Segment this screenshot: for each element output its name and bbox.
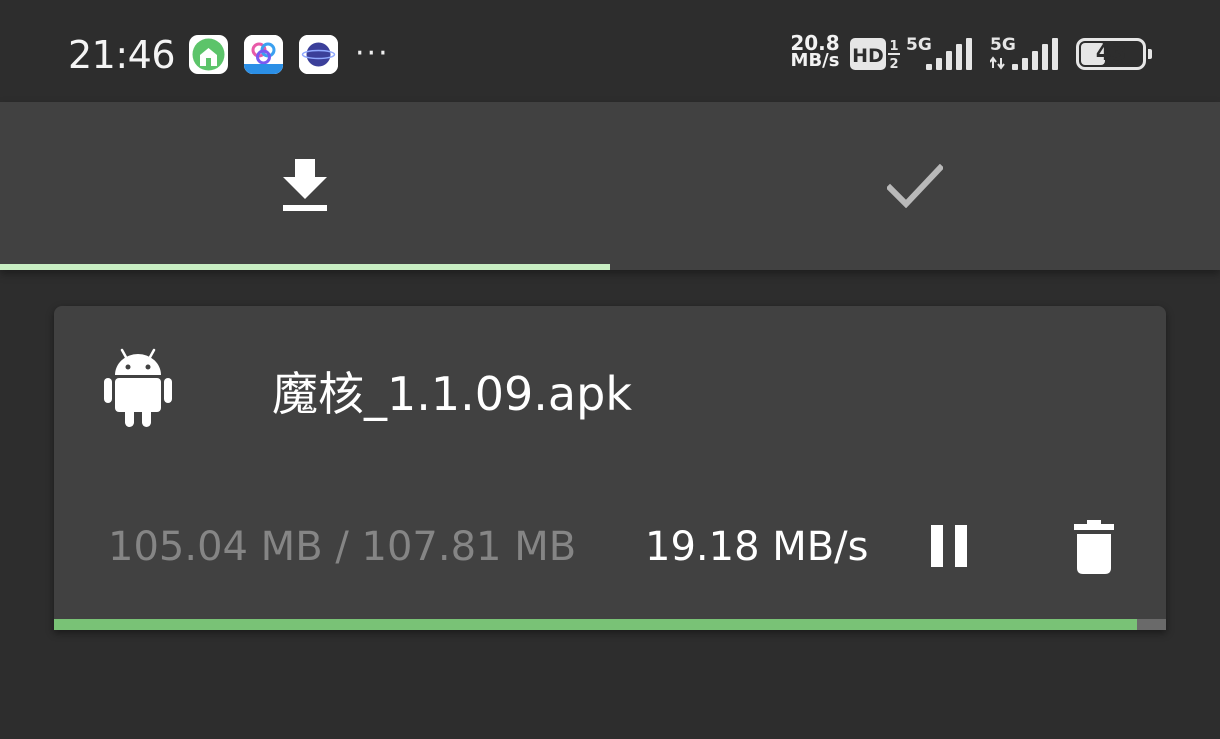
- pause-button[interactable]: [916, 511, 982, 581]
- android-icon: [104, 348, 172, 432]
- status-time: 21:46: [68, 33, 176, 77]
- sim2-network-type: 5G: [990, 35, 1016, 55]
- tab-downloading[interactable]: [0, 102, 610, 270]
- hd-sup: 1: [889, 39, 898, 54]
- battery-icon: 43: [1076, 38, 1152, 70]
- sim1-network-type: 5G: [906, 35, 932, 55]
- sim1-signal-icon: 5G: [906, 34, 978, 78]
- download-file-name: 魔核_1.1.09.apk: [272, 367, 632, 421]
- sim2-signal-icon: 5G: [989, 34, 1066, 78]
- status-bar: 21:46 ··· 20.8 MB/s HD 1 2 5G 5G 43: [0, 0, 1220, 102]
- network-speed: 20.8 MB/s: [785, 33, 845, 71]
- tab-completed[interactable]: [610, 102, 1220, 270]
- download-progress-fill: [54, 619, 1138, 630]
- download-speed: 19.18 MB/s: [645, 524, 869, 570]
- active-tab-indicator: [0, 264, 610, 270]
- hd-voice-icon: HD 1 2: [850, 37, 902, 75]
- delete-button[interactable]: [1059, 511, 1129, 583]
- network-speed-unit: MB/s: [790, 50, 840, 71]
- checkmark-icon: [887, 164, 943, 208]
- hd-sub: 2: [889, 57, 898, 71]
- pause-icon: [931, 525, 967, 567]
- more-notifications-indicator: ···: [355, 36, 390, 71]
- download-tabs: [0, 102, 1220, 270]
- download-icon: [283, 159, 327, 211]
- battery-percentage: 43: [1095, 41, 1127, 66]
- green-house-app-icon: [189, 35, 228, 74]
- hd-label: HD: [852, 45, 884, 67]
- download-item-card[interactable]: 魔核_1.1.09.apk 105.04 MB / 107.81 MB 19.1…: [54, 306, 1166, 630]
- trash-icon: [1074, 520, 1114, 574]
- download-size-progress: 105.04 MB / 107.81 MB: [108, 524, 577, 570]
- blue-planet-app-icon: [299, 35, 338, 74]
- genflow-app-icon: [244, 35, 283, 74]
- download-progress-bar: [54, 619, 1166, 630]
